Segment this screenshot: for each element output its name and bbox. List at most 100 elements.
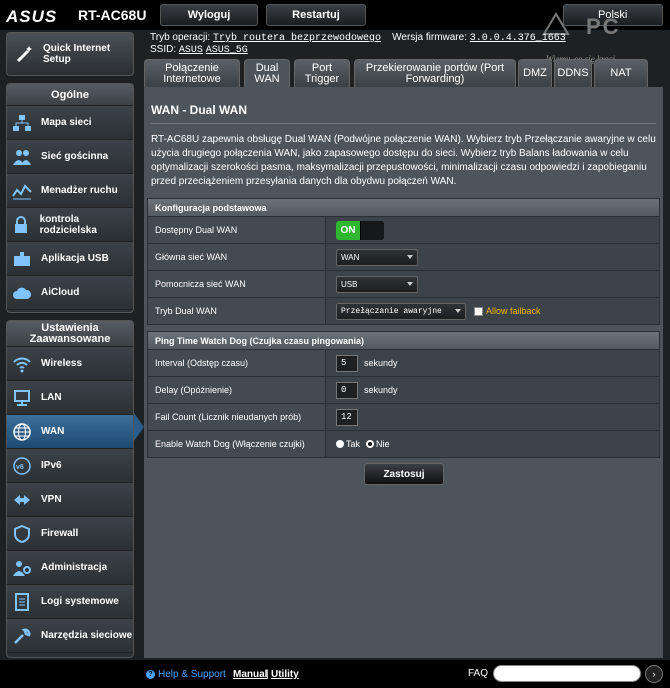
interval-unit: sekundy (364, 358, 398, 368)
interval-label: Interval (Odstęp czasu) (148, 350, 326, 376)
footer-separator: | (266, 669, 269, 680)
sidebar-item-label: LAN (41, 392, 62, 403)
traffic-manager-icon (11, 180, 33, 202)
content-panel: WAN - Dual WAN RT-AC68U zapewnia obsługę… (144, 87, 663, 658)
active-item-pointer (134, 413, 144, 441)
qis-label: Quick Internet Setup (42, 43, 111, 65)
sidebar-item-traffic-manager[interactable]: Menadżer ruchu (7, 174, 133, 208)
network-tools-icon (11, 625, 33, 647)
sidebar-item-label: Logi systemowe (41, 596, 119, 607)
delay-input[interactable]: 0 (336, 381, 358, 399)
firmware-label: Wersja firmware: (392, 32, 467, 43)
tab-dmz[interactable]: DMZ (518, 59, 552, 87)
aicloud-icon (11, 282, 33, 304)
form-row: Dostępny Dual WAN ON (148, 216, 659, 243)
advanced-menu: Ustawienia Zaawansowane Wireless LAN WAN… (6, 320, 134, 658)
primary-wan-select[interactable]: WAN (336, 248, 418, 266)
watchdog-enable-label: Enable Watch Dog (Włączenie czujki) (148, 431, 326, 457)
administration-icon (11, 557, 33, 579)
ssid-label: SSID: (150, 44, 177, 55)
sidebar-item-label: Wireless (41, 358, 83, 369)
guest-network-icon (11, 146, 33, 168)
dual-wan-enable-label: Dostępny Dual WAN (148, 217, 326, 243)
manual-link[interactable]: Manual (233, 669, 267, 680)
secondary-wan-select[interactable]: USB (336, 275, 418, 293)
form-row: Główna sieć WAN WAN (148, 243, 659, 270)
system-log-icon (11, 591, 33, 613)
watchdog-section: Ping Time Watch Dog (Czujka czasu pingow… (147, 331, 660, 458)
tab-port-trigger[interactable]: Port Trigger (294, 59, 350, 87)
restart-button[interactable]: Restartuj (266, 4, 366, 26)
ipv6-icon: v6 (11, 455, 33, 477)
utility-link[interactable]: Utility (271, 669, 299, 680)
usb-application-icon (11, 248, 33, 270)
sidebar-item-label: IPv6 (41, 460, 62, 471)
watermark-brand: PC (586, 14, 621, 39)
magic-wand-icon (13, 41, 37, 67)
faq-search-go-icon[interactable]: › (645, 665, 663, 683)
sidebar-item-administration[interactable]: Administracja (7, 551, 133, 585)
sidebar-item-wireless[interactable]: Wireless (7, 347, 133, 381)
toggle-on-label: ON (336, 220, 360, 240)
tab-dual-wan[interactable]: Dual WAN (244, 59, 290, 87)
tab-internet-connection[interactable]: Połączenie Internetowe (144, 59, 240, 87)
allow-failback-label: Allow failback (486, 306, 541, 316)
watchdog-no-radio[interactable] (366, 440, 375, 448)
sidebar-item-aicloud[interactable]: AiCloud (7, 276, 133, 310)
sidebar-item-wan[interactable]: WAN (7, 415, 133, 449)
watchdog-no-label: Nie (376, 439, 390, 449)
form-row: Interval (Odstęp czasu) 5 sekundy (148, 349, 659, 376)
logout-button[interactable]: Wyloguj (160, 4, 258, 26)
dual-wan-mode-label: Tryb Dual WAN (148, 298, 326, 324)
sidebar-item-guest-network[interactable]: Sieć gościnna (7, 140, 133, 174)
fail-count-input[interactable]: 12 (336, 408, 358, 426)
allow-failback-checkbox[interactable] (474, 306, 483, 316)
tab-ddns[interactable]: DDNS (554, 59, 592, 87)
form-row: Delay (Opóźnienie) 0 sekundy (148, 376, 659, 403)
sidebar-item-label: Firewall (41, 528, 79, 539)
watchdog-yes-radio[interactable] (336, 440, 344, 448)
sidebar-item-label: Administracja (41, 562, 108, 573)
sidebar-item-ipv6[interactable]: v6 IPv6 (7, 449, 133, 483)
firmware-link[interactable]: 3.0.0.4.376_1663 (470, 33, 566, 44)
footer: ? Help & Support Manual | Utility FAQ › (0, 660, 670, 688)
help-icon: ? (146, 670, 155, 679)
sidebar-item-system-log[interactable]: Logi systemowe (7, 585, 133, 619)
sidebar-item-vpn[interactable]: VPN (7, 483, 133, 517)
quick-internet-setup[interactable]: Quick Internet Setup (6, 32, 134, 76)
select-value: WAN (341, 252, 360, 262)
apply-button[interactable]: Zastosuj (364, 463, 444, 485)
page-description: RT-AC68U zapewnia obsługę Dual WAN (Podw… (151, 134, 656, 187)
sidebar-item-lan[interactable]: LAN (7, 381, 133, 415)
sidebar-item-label: Sieć gościnna (41, 151, 109, 162)
help-label: Help & Support (158, 669, 226, 680)
fail-count-label: Fail Count (Licznik nieudanych prób) (148, 404, 326, 430)
faq-search-input[interactable] (493, 665, 641, 682)
advanced-menu-head: Ustawienia Zaawansowane (7, 321, 133, 347)
operation-mode-link[interactable]: Tryb routera bezprzewodowego (213, 33, 381, 44)
interval-input[interactable]: 5 (336, 354, 358, 372)
sidebar-item-label: AiCloud (41, 287, 80, 298)
ssid-link[interactable]: ASUS (179, 45, 203, 56)
sidebar-item-label: WAN (41, 426, 65, 437)
dual-wan-mode-select[interactable]: Przełączanie awaryjne (336, 302, 466, 320)
tab-port-forwarding[interactable]: Przekierowanie portów (Port Forwarding) (354, 59, 516, 87)
sidebar-item-firewall[interactable]: Firewall (7, 517, 133, 551)
sidebar-item-network-tools[interactable]: Narzędzia sieciowe (7, 619, 133, 653)
title-divider (151, 123, 656, 124)
delay-unit: sekundy (364, 385, 398, 395)
tab-nat[interactable]: NAT (594, 59, 648, 87)
vpn-icon (11, 489, 33, 511)
secondary-wan-label: Pomocnicza sieć WAN (148, 271, 326, 297)
dropdown-arrow-icon (455, 308, 461, 313)
sidebar-item-network-map[interactable]: Mapa sieci (7, 106, 133, 140)
help-support-link[interactable]: ? Help & Support (146, 669, 226, 680)
form-row: Fail Count (Licznik nieudanych prób) 12 (148, 403, 659, 430)
section-head: Ping Time Watch Dog (Czujka czasu pingow… (148, 332, 659, 349)
dual-wan-toggle[interactable]: ON (336, 220, 384, 240)
sidebar-item-label: Menadżer ruchu (41, 185, 118, 196)
ssid-5g-link[interactable]: ASUS_5G (206, 45, 248, 56)
sidebar-item-parental-control[interactable]: kontrola rodzicielska (7, 208, 133, 242)
sidebar-item-usb-application[interactable]: Aplikacja USB (7, 242, 133, 276)
general-menu-head: Ogólne (7, 84, 133, 106)
